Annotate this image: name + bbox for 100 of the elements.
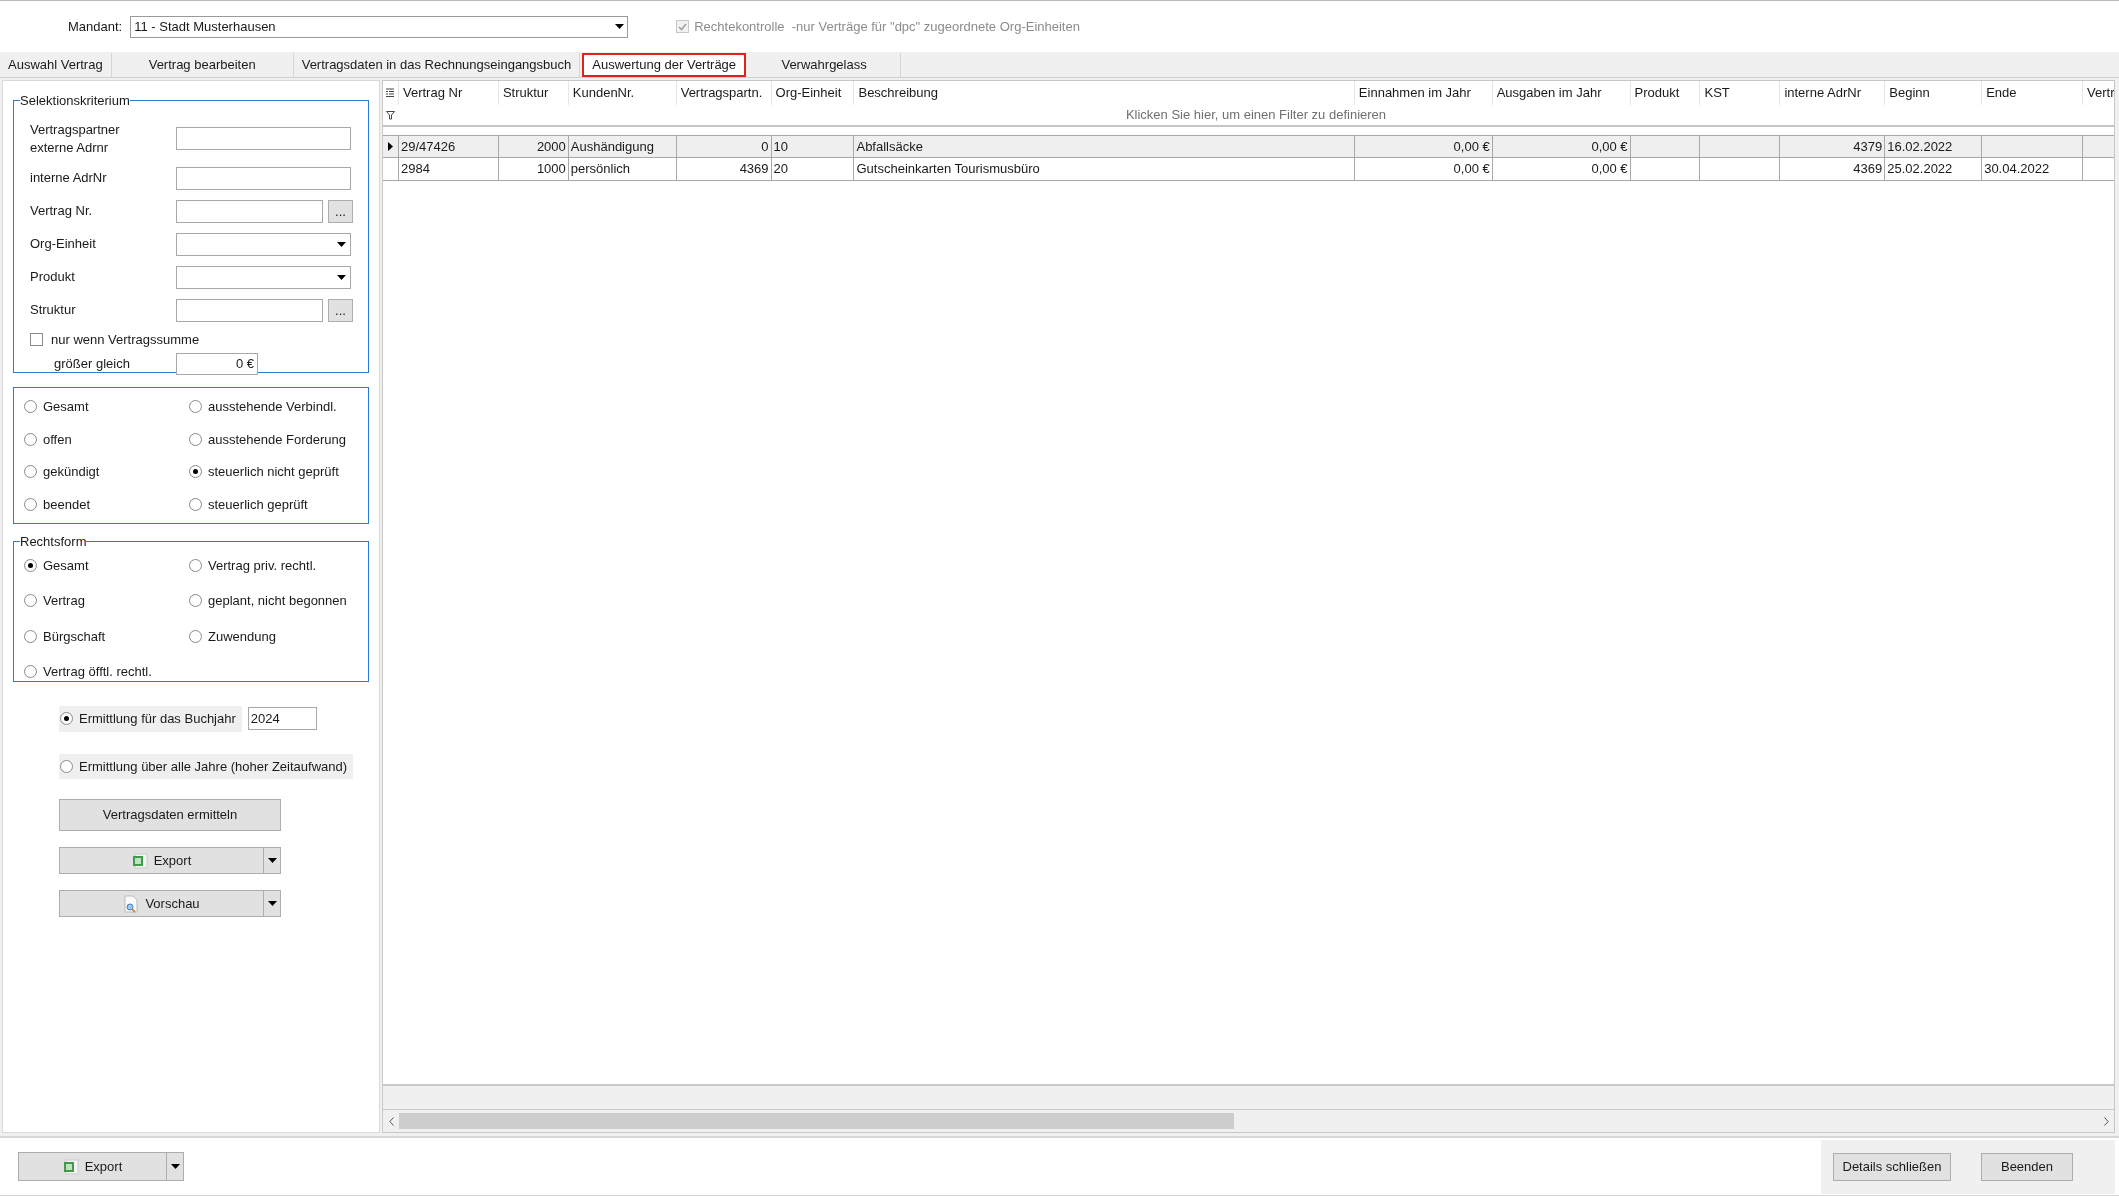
dropdown-arrow-button[interactable] bbox=[167, 1152, 184, 1181]
column-header[interactable]: interne AdrNr bbox=[1779, 81, 1885, 105]
table-cell-text: 16.02.2022 bbox=[1887, 137, 1953, 156]
radio-label: steuerlich nicht geprüft bbox=[208, 463, 339, 481]
radio-label: Gesamt bbox=[43, 398, 89, 416]
filter-icon[interactable] bbox=[386, 110, 395, 120]
table-cell-text: 10 bbox=[773, 137, 789, 156]
table-row[interactable]: 29/47426 2000 Aushändigung 0 10 Abfallsäcke 0,00 € 0,00 € 4379 16.02.2022 bbox=[383, 135, 2114, 158]
radio-button[interactable] bbox=[24, 432, 37, 446]
radio-button[interactable] bbox=[60, 712, 73, 726]
radio-label: offen bbox=[43, 430, 72, 449]
column-header[interactable]: Einnahmen im Jahr bbox=[1353, 81, 1492, 105]
radio-button[interactable] bbox=[24, 594, 37, 608]
field-label: größer gleich bbox=[53, 355, 131, 374]
table-cell-text: 2984 bbox=[401, 160, 430, 179]
radio-button[interactable] bbox=[24, 629, 37, 643]
radio-label: Bürgschaft bbox=[43, 627, 106, 646]
mandant-dropdown[interactable]: 11 - Stadt Musterhausen bbox=[130, 15, 629, 38]
dropdown-caret-icon bbox=[615, 24, 625, 29]
radio-label: Gesamt bbox=[43, 556, 89, 575]
radio-button[interactable] bbox=[60, 759, 73, 773]
column-header[interactable]: Beginn bbox=[1884, 81, 1982, 105]
column-header[interactable]: Struktur bbox=[497, 81, 568, 105]
table-cell-text: 20 bbox=[773, 160, 789, 179]
dropdown-caret-icon bbox=[337, 274, 346, 280]
radio-button[interactable] bbox=[24, 665, 37, 679]
input-field[interactable] bbox=[176, 298, 323, 322]
input-field[interactable] bbox=[176, 127, 351, 150]
column-header[interactable]: Ende bbox=[1981, 81, 2083, 105]
tab[interactable]: Auswertung der Verträge bbox=[582, 53, 747, 77]
checkbox-label: nur wenn Vertragssumme bbox=[51, 330, 200, 349]
input-field[interactable] bbox=[176, 199, 323, 223]
column-header[interactable]: Produkt bbox=[1629, 81, 1700, 105]
radio-button[interactable] bbox=[189, 432, 202, 446]
radio-label: geplant, nicht begonnen bbox=[208, 592, 347, 610]
radio-label: Vertrag bbox=[43, 592, 85, 610]
column-header[interactable]: Vertr bbox=[2082, 81, 2114, 105]
table-cell-text: persönlich bbox=[570, 160, 631, 179]
column-header[interactable]: Vertrag Nr bbox=[398, 81, 498, 105]
filter-hint[interactable]: Klicken Sie hier, um einen Filter zu definieren bbox=[398, 105, 2114, 125]
column-header[interactable]: Org-Einheit bbox=[770, 81, 854, 105]
browse-button[interactable]: ... bbox=[328, 298, 353, 322]
caret-icon bbox=[267, 901, 277, 906]
table-cell-text: 0 bbox=[761, 137, 769, 156]
dropdown-arrow-button[interactable] bbox=[264, 847, 281, 874]
table-cell-text: 4379 bbox=[1853, 137, 1883, 156]
browse-button[interactable]: ... bbox=[328, 199, 353, 223]
column-header[interactable]: Beschreibung bbox=[853, 81, 1354, 105]
scrollbar-thumb[interactable] bbox=[399, 1113, 1234, 1129]
column-header[interactable]: KundenNr. bbox=[567, 81, 676, 105]
radio-button[interactable] bbox=[24, 558, 37, 572]
chevron-left-icon bbox=[388, 1116, 394, 1126]
radio-label: Vertrag öfftl. rechtl. bbox=[43, 663, 152, 681]
field-label: Vertrag Nr. bbox=[30, 202, 94, 220]
radio-label: beendet bbox=[43, 495, 90, 514]
field-label: Produkt bbox=[30, 268, 76, 286]
chevron-right-icon bbox=[2103, 1116, 2109, 1126]
amount-field[interactable]: 0 € bbox=[176, 353, 258, 375]
document-magnifier-icon bbox=[123, 894, 140, 913]
export-button[interactable]: Export bbox=[59, 847, 264, 874]
radio-button[interactable] bbox=[189, 594, 202, 608]
table-cell-text: Aushändigung bbox=[570, 137, 654, 156]
dropdown-field[interactable] bbox=[176, 232, 351, 256]
radio-button[interactable] bbox=[24, 497, 37, 511]
group-title: Rechtsform bbox=[20, 533, 87, 551]
current-row-icon bbox=[388, 142, 393, 151]
dropdown-field[interactable] bbox=[176, 265, 351, 289]
column-header[interactable]: Ausgaben im Jahr bbox=[1491, 81, 1630, 105]
column-header[interactable]: Vertragspartn. bbox=[675, 81, 771, 105]
radio-button[interactable] bbox=[189, 629, 202, 643]
column-chooser-icon[interactable] bbox=[386, 87, 395, 99]
export-button[interactable]: Export bbox=[18, 1152, 167, 1181]
table-cell-text: 0,00 € bbox=[1591, 160, 1628, 179]
spreadsheet-icon bbox=[62, 1158, 79, 1175]
table-cell-text: 29/47426 bbox=[401, 137, 456, 156]
quit-button[interactable]: Beenden bbox=[1981, 1152, 2073, 1181]
table-cell-text: 25.02.2022 bbox=[1887, 160, 1953, 179]
preview-button[interactable]: Vorschau bbox=[59, 890, 264, 917]
year-field[interactable]: 2024 bbox=[247, 707, 317, 731]
checkbox-label: Rechtekontrolle -nur Verträge für "dpc" zugeordnete Org-Einheiten bbox=[694, 17, 1080, 36]
radio-button[interactable] bbox=[189, 400, 202, 414]
column-header[interactable]: KST bbox=[1699, 81, 1780, 105]
checkbox[interactable] bbox=[30, 332, 43, 346]
field-label: interne AdrNr bbox=[30, 169, 108, 187]
radio-button[interactable] bbox=[189, 497, 202, 511]
table-cell-text: 1000 bbox=[536, 160, 566, 179]
radio-button[interactable] bbox=[189, 465, 202, 479]
radio-button[interactable] bbox=[24, 400, 37, 414]
determine-button[interactable]: Vertragsdaten ermitteln bbox=[59, 799, 281, 831]
table-row[interactable]: 2984 1000 persönlich 4369 20 Gutscheinkarten Tourismusbüro 0,00 € 0,00 € 4369 25.02.2022 30.04.2022 bbox=[383, 158, 2114, 181]
radio-button[interactable] bbox=[24, 465, 37, 479]
close-details-button[interactable]: Details schließen bbox=[1833, 1152, 1951, 1181]
radio-button[interactable] bbox=[189, 558, 202, 572]
input-field[interactable] bbox=[176, 166, 351, 190]
radio-label: Ermittlung über alle Jahre (hoher Zeitaufwand) bbox=[79, 757, 348, 776]
radio-label: steuerlich geprüft bbox=[208, 495, 308, 514]
table-cell-text: 0,00 € bbox=[1591, 137, 1628, 156]
dropdown-arrow-button[interactable] bbox=[264, 890, 281, 917]
radio-label: ausstehende Forderung bbox=[208, 430, 347, 449]
table-cell-text: 2000 bbox=[536, 137, 566, 156]
